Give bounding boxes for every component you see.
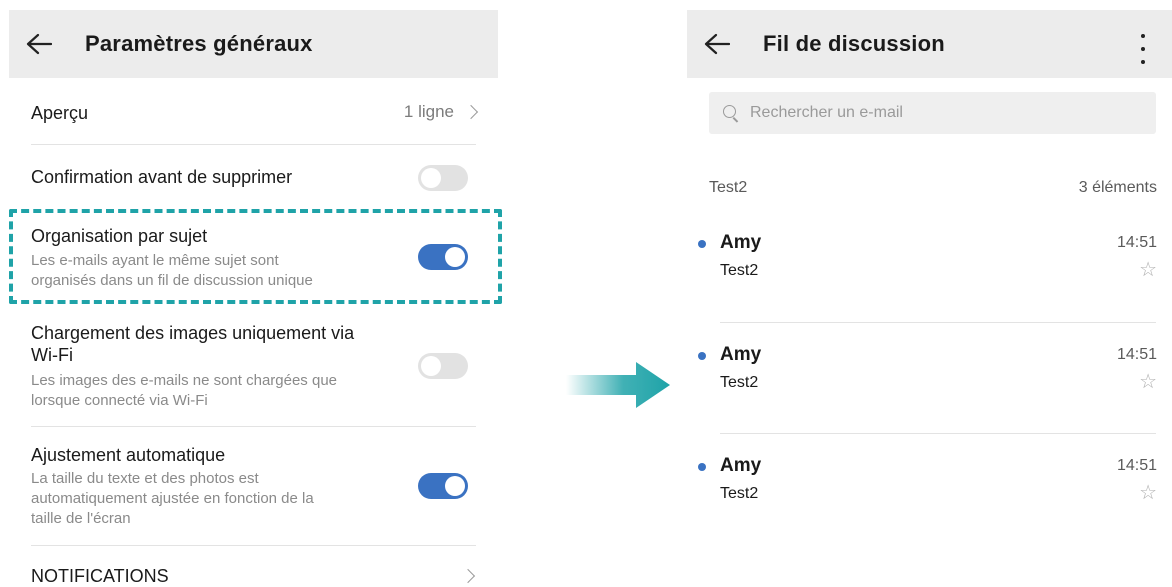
thread-header: Fil de discussion (687, 10, 1172, 78)
arrow-right-icon (566, 362, 670, 408)
divider (31, 144, 476, 145)
setting-images-wifi-label-1: Chargement des images uniquement via (31, 323, 355, 343)
setting-notifications-label: NOTIFICATIONS (31, 566, 169, 586)
chevron-right-icon (463, 104, 479, 120)
setting-auto-fit-desc-3: taille de l'écran (31, 510, 131, 527)
auto-fit-toggle[interactable] (418, 473, 468, 499)
images-wifi-toggle[interactable] (418, 353, 468, 379)
mail-sender: Amy (720, 232, 762, 253)
setting-images-wifi-only: Chargement des images uniquement via Wi-… (31, 322, 476, 414)
mail-subject: Test2 (720, 262, 759, 279)
folder-count: 3 éléments (1078, 179, 1157, 196)
setting-images-wifi-desc-2: lorsque connecté via Wi-Fi (31, 392, 208, 409)
delete-confirmation-toggle[interactable] (418, 165, 468, 191)
setting-auto-fit: Ajustement automatique La taille du text… (31, 444, 476, 534)
highlight-frame (9, 209, 502, 304)
divider (720, 433, 1156, 434)
divider (31, 545, 476, 546)
unread-dot-icon (698, 352, 706, 360)
back-arrow-icon[interactable] (687, 10, 747, 78)
setting-auto-fit-desc-1: La taille du texte et des photos est (31, 470, 259, 487)
more-vertical-icon[interactable] (1140, 34, 1146, 64)
list-item[interactable]: Amy 14:51 Test2 ☆ (687, 340, 1172, 420)
folder-name: Test2 (709, 179, 748, 196)
list-item[interactable]: Amy 14:51 Test2 ☆ (687, 228, 1172, 308)
settings-header: Paramètres généraux (9, 10, 498, 78)
setting-images-wifi-desc-1: Les images des e-mails ne sont chargées … (31, 372, 338, 389)
mail-time: 14:51 (1116, 457, 1157, 474)
search-icon (723, 105, 739, 123)
setting-notifications[interactable]: NOTIFICATIONS (31, 565, 476, 587)
unread-dot-icon (698, 240, 706, 248)
star-outline-icon[interactable]: ☆ (1139, 260, 1157, 280)
setting-images-wifi-label-2: Wi-Fi (31, 345, 73, 365)
setting-auto-fit-desc-2: automatiquement ajustée en fonction de l… (31, 490, 314, 507)
page-title: Paramètres généraux (85, 31, 313, 56)
back-arrow-icon[interactable] (9, 10, 69, 78)
mail-sender: Amy (720, 344, 762, 365)
search-placeholder: Rechercher un e-mail (750, 104, 903, 121)
settings-screen: Paramètres généraux Aperçu 1 ligne Confi… (9, 0, 502, 587)
mail-subject: Test2 (720, 485, 759, 502)
setting-delete-confirmation-label: Confirmation avant de supprimer (31, 167, 293, 187)
mail-time: 14:51 (1116, 346, 1157, 363)
mail-sender: Amy (720, 455, 762, 476)
page-title: Fil de discussion (763, 31, 945, 56)
thread-screen: Fil de discussion Rechercher un e-mail T… (687, 0, 1172, 585)
mail-subject: Test2 (720, 374, 759, 391)
unread-dot-icon (698, 463, 706, 471)
setting-preview-value: 1 ligne (404, 102, 479, 122)
setting-auto-fit-label: Ajustement automatique (31, 445, 226, 465)
list-item[interactable]: Amy 14:51 Test2 ☆ (687, 451, 1172, 531)
divider (31, 426, 476, 427)
divider (720, 322, 1156, 323)
setting-preview[interactable]: Aperçu 1 ligne (31, 102, 479, 126)
star-outline-icon[interactable]: ☆ (1139, 483, 1157, 503)
star-outline-icon[interactable]: ☆ (1139, 372, 1157, 392)
setting-delete-confirmation: Confirmation avant de supprimer (31, 166, 476, 190)
mail-time: 14:51 (1116, 234, 1157, 251)
search-input[interactable]: Rechercher un e-mail (709, 92, 1156, 134)
